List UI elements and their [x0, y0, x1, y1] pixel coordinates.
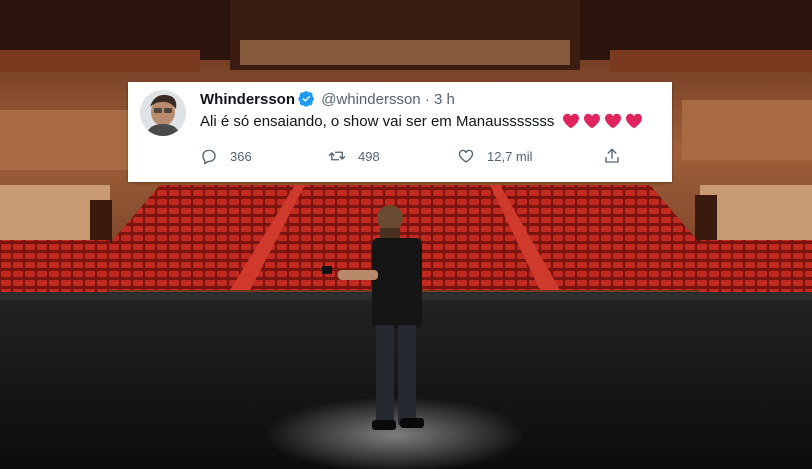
reply-button[interactable]: 366 [200, 144, 252, 168]
red-heart-emoji-icon [562, 113, 579, 129]
user-handle[interactable]: @whindersson [321, 91, 420, 108]
like-icon [458, 149, 474, 163]
red-heart-emoji-icon [625, 113, 642, 129]
timestamp[interactable]: 3 h [434, 91, 455, 108]
retweet-count: 498 [358, 148, 380, 164]
red-heart-emoji-icon [604, 113, 621, 129]
share-icon [605, 148, 619, 163]
avatar[interactable] [140, 90, 186, 136]
display-name[interactable]: Whindersson [200, 91, 295, 108]
theater-photo [0, 0, 812, 469]
reply-icon [202, 149, 216, 165]
like-button[interactable]: 12,7 mil [457, 144, 533, 168]
tweet-text: Ali é só ensaiando, o show vai ser em Ma… [200, 112, 643, 132]
red-heart-emoji-icon [583, 113, 600, 129]
like-count: 12,7 mil [487, 148, 533, 164]
heart-emojis [559, 113, 643, 130]
tweet-text-content: Ali é só ensaiando, o show vai ser em Ma… [200, 113, 555, 130]
retweet-button[interactable]: 498 [328, 144, 380, 168]
tweet-actions: 366 498 12,7 mil [200, 144, 664, 168]
retweet-icon [328, 151, 346, 161]
separator-dot: · [424, 91, 430, 108]
reply-count: 366 [230, 148, 252, 164]
share-button[interactable] [603, 144, 633, 168]
tweet-card[interactable]: Whindersson @whindersson · 3 h Ali é só … [128, 82, 672, 182]
verified-badge-icon [298, 91, 314, 107]
tweet-header: Whindersson @whindersson · 3 h [200, 90, 455, 110]
